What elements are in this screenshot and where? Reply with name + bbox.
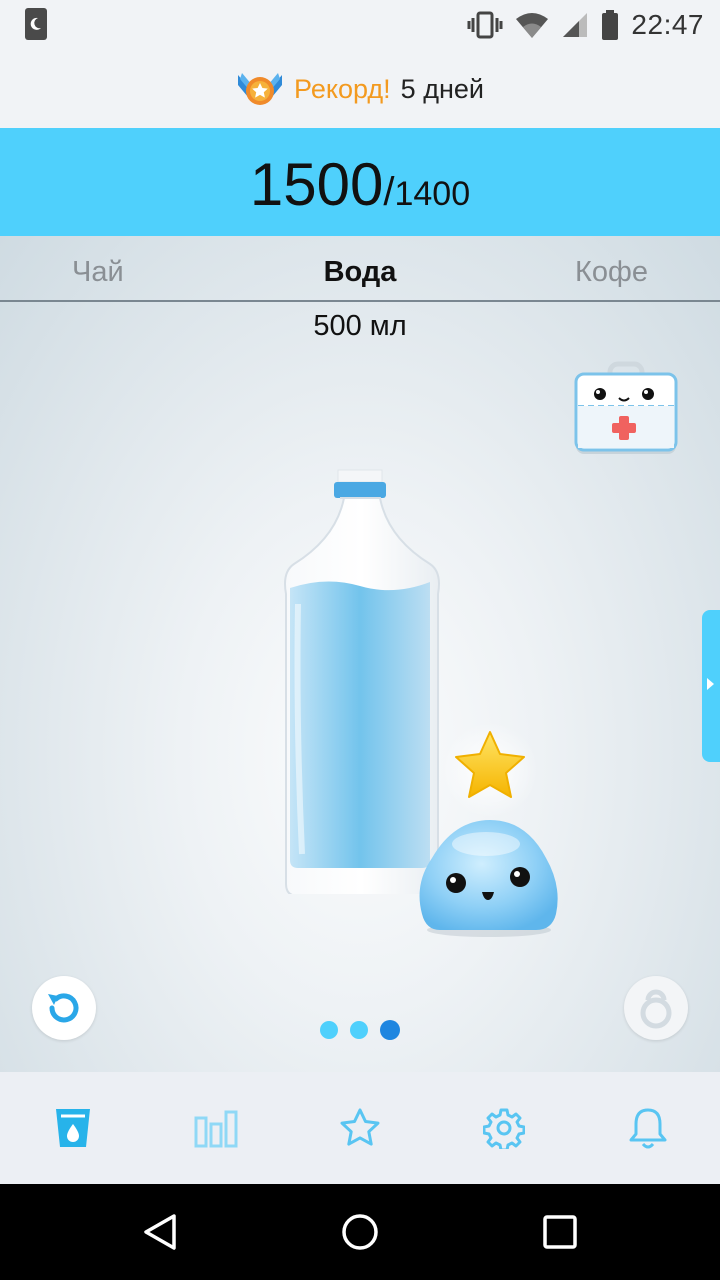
first-aid-kit-icon[interactable]: [570, 360, 682, 460]
bottom-navigation: [0, 1072, 720, 1184]
home-button[interactable]: [338, 1210, 382, 1254]
page-indicator: [0, 1020, 720, 1040]
recents-square-icon: [543, 1215, 577, 1249]
arrow-right-icon: [707, 678, 714, 690]
record-value: 5 дней: [400, 73, 484, 104]
intake-separator: /: [383, 170, 395, 214]
record-label: Рекорд!: [294, 73, 391, 104]
battery-icon: [602, 10, 619, 40]
home-circle-icon: [342, 1214, 378, 1250]
nav-statistics[interactable]: [194, 1106, 238, 1150]
drink-area: Чай Вода Кофе 500 мл: [0, 236, 720, 1072]
vibrate-icon: [467, 11, 503, 39]
nav-drink[interactable]: [51, 1106, 95, 1150]
bell-icon: [629, 1108, 667, 1149]
night-mode-icon: [25, 8, 47, 40]
nav-settings[interactable]: [482, 1106, 526, 1150]
achievement-star-icon[interactable]: [440, 720, 540, 820]
system-navigation-bar: [0, 1184, 720, 1280]
tab-coffee[interactable]: Кофе: [575, 256, 648, 289]
nav-achievements[interactable]: [338, 1106, 382, 1150]
nav-reminders[interactable]: [626, 1106, 670, 1150]
drink-tabs: Чай Вода Кофе: [0, 236, 720, 302]
gear-icon: [483, 1108, 525, 1149]
bar-chart-icon: [194, 1110, 238, 1148]
medal-icon: [238, 73, 283, 105]
cup-icon: [56, 1109, 90, 1147]
back-button[interactable]: [138, 1210, 182, 1254]
status-bar: 22:47: [0, 0, 720, 50]
side-panel-handle[interactable]: [702, 610, 720, 762]
daily-goal: 1400: [394, 175, 471, 213]
page-dot-active[interactable]: [380, 1020, 400, 1040]
record-bar: Рекорд! 5 дней: [0, 50, 720, 128]
cell-signal-icon: [563, 13, 588, 37]
back-triangle-icon: [144, 1214, 176, 1250]
water-drop-mascot[interactable]: [414, 814, 564, 940]
daily-intake-counter: 1500 / 1400: [0, 128, 720, 236]
star-icon: [340, 1108, 380, 1146]
page-dot[interactable]: [350, 1021, 368, 1039]
recents-button[interactable]: [538, 1210, 582, 1254]
wifi-icon: [516, 13, 549, 38]
status-icons: 22:47: [467, 6, 704, 44]
clock: 22:47: [631, 9, 704, 40]
current-intake: 1500: [249, 151, 384, 218]
page-dot[interactable]: [320, 1021, 338, 1039]
portion-volume: 500 мл: [313, 310, 407, 342]
